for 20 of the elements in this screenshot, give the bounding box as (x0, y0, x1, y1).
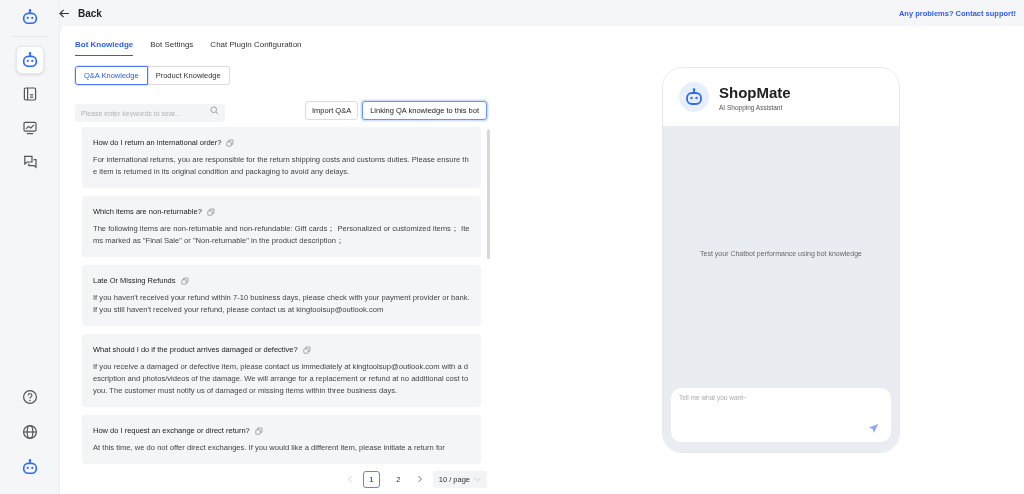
tab[interactable]: Chat Plugin Configuration (210, 38, 302, 56)
tab[interactable]: Bot Knowledge (75, 38, 134, 56)
chat-bubbles-icon[interactable] (21, 154, 38, 170)
scrollbar[interactable] (487, 129, 490, 259)
send-icon[interactable] (868, 423, 879, 434)
chevron-down-icon (474, 476, 481, 482)
bot-avatar (679, 82, 709, 112)
notebook-icon[interactable] (21, 86, 38, 102)
chart-monitor-icon[interactable] (21, 120, 38, 136)
robot-icon[interactable] (20, 457, 39, 476)
help-icon[interactable] (21, 388, 38, 405)
search-icon (210, 106, 219, 115)
bot-name: ShopMate (719, 83, 791, 101)
back-arrow-icon (59, 8, 70, 18)
back-button[interactable]: Back (59, 5, 102, 21)
sidebar-item[interactable] (15, 46, 44, 74)
tab[interactable]: Bot Settings (150, 38, 194, 56)
robot-icon[interactable] (20, 8, 39, 26)
globe-icon[interactable] (21, 423, 38, 440)
robot-icon[interactable] (20, 51, 39, 69)
